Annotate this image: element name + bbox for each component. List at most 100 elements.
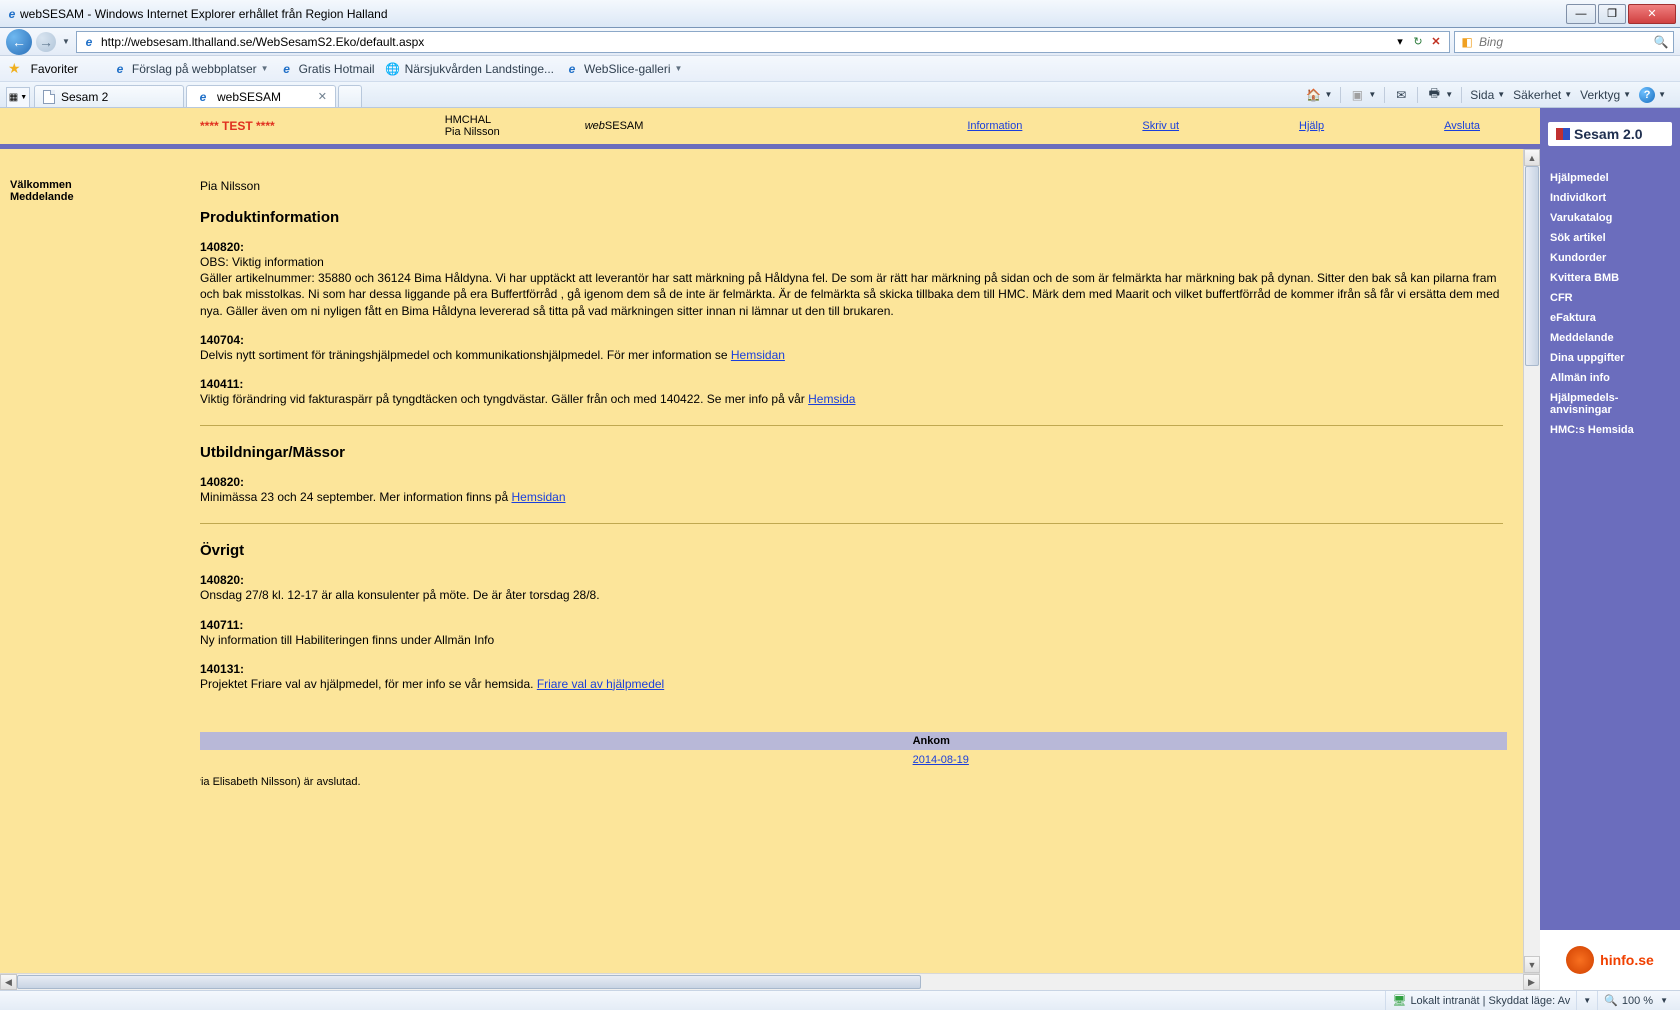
inline-link[interactable]: Hemsida xyxy=(808,392,855,406)
link-help[interactable]: Hjälp xyxy=(1299,120,1324,132)
sidebar-item[interactable]: Hjälpmedel xyxy=(1550,172,1670,184)
rss-icon: ▣ xyxy=(1349,87,1365,103)
minimize-button[interactable]: — xyxy=(1566,4,1596,24)
address-bar[interactable]: e ▾ ↻ ✕ xyxy=(76,31,1450,53)
app-header: **** TEST **** HMCHAL Pia Nilsson webSES… xyxy=(0,108,1540,144)
fav-link-webslice[interactable]: e WebSlice-galleri▼ xyxy=(564,61,682,77)
tab-sesam2[interactable]: Sesam 2 xyxy=(34,85,184,107)
refresh-icon[interactable]: ↻ xyxy=(1411,35,1425,49)
test-banner: **** TEST **** xyxy=(200,119,275,133)
home-button[interactable]: 🏠▼ xyxy=(1305,87,1332,103)
tab-label: webSESAM xyxy=(217,90,281,104)
sidebar-item[interactable]: Kundorder xyxy=(1550,252,1670,264)
main-column: Pia Nilsson Produktinformation140820:OBS… xyxy=(200,149,1523,973)
scroll-right-button[interactable]: ▶ xyxy=(1523,974,1540,990)
hinfo-banner[interactable]: hinfo.se xyxy=(1540,930,1680,990)
cell-sender: Sesam2 xyxy=(200,750,907,770)
search-bar[interactable]: ◧ 🔍 xyxy=(1454,31,1674,53)
ie-icon: e xyxy=(564,61,580,77)
tools-menu[interactable]: Verktyg▼ xyxy=(1580,88,1631,102)
print-button[interactable]: 🖶▼ xyxy=(1426,87,1453,103)
sidebar-item[interactable]: Individkort xyxy=(1550,192,1670,204)
window-titlebar: e webSESAM - Windows Internet Explorer e… xyxy=(0,0,1680,28)
page-favicon-icon: e xyxy=(81,34,97,50)
sidebar-item[interactable]: Meddelande xyxy=(1550,332,1670,344)
fav-link-suggestions[interactable]: e Förslag på webbplatser▼ xyxy=(112,61,269,77)
status-protected-dropdown[interactable]: ▼ xyxy=(1576,991,1597,1010)
item-body: Delvis nytt sortiment för träningshjälpm… xyxy=(200,347,1503,363)
sidebar-item[interactable]: eFaktura xyxy=(1550,312,1670,324)
fav-link-narsjukvarden[interactable]: 🌐 Närsjukvården Landstinge... xyxy=(385,61,554,77)
tab-close-icon[interactable]: ✕ xyxy=(318,90,327,103)
help-menu[interactable]: ?▼ xyxy=(1639,87,1666,103)
vertical-scrollbar[interactable]: ▲ ▼ xyxy=(1523,149,1540,973)
sidebar-item[interactable]: Allmän info xyxy=(1550,372,1670,384)
safety-menu[interactable]: Säkerhet▼ xyxy=(1513,88,1572,102)
sidebar-item[interactable]: Hjälpmedels-anvisningar xyxy=(1550,392,1670,416)
status-zone: 🖥 Lokalt intranät | Skyddat läge: Av xyxy=(1385,991,1576,1010)
link-logout[interactable]: Avsluta xyxy=(1444,120,1480,132)
page-menu[interactable]: Sida▼ xyxy=(1470,88,1505,102)
favorites-label[interactable]: Favoriter xyxy=(31,62,78,76)
tab-bar: ▦▼ Sesam 2 e webSESAM ✕ 🏠▼ ▣▼ ✉ 🖶▼ Sida▼… xyxy=(0,82,1680,108)
nav-history-dropdown[interactable]: ▼ xyxy=(60,32,72,52)
header-user: Pia Nilsson xyxy=(445,126,565,138)
feeds-button[interactable]: ▣▼ xyxy=(1349,87,1376,103)
sidebar-item[interactable]: Sök artikel xyxy=(1550,232,1670,244)
item-date: 140411: xyxy=(200,377,1503,391)
scroll-up-button[interactable]: ▲ xyxy=(1524,149,1540,166)
window-title: webSESAM - Windows Internet Explorer erh… xyxy=(20,7,1564,21)
search-icon[interactable]: 🔍 xyxy=(1653,34,1669,50)
page-favicon-icon: e xyxy=(195,89,211,105)
favorites-star-icon[interactable]: ★ xyxy=(8,60,21,77)
section-title: Utbildningar/Mässor xyxy=(200,444,1503,461)
maximize-button[interactable]: ❐ xyxy=(1598,4,1626,24)
welcome-label: Välkommen xyxy=(10,179,190,191)
url-dropdown-icon[interactable]: ▾ xyxy=(1393,35,1407,49)
ie-icon: e xyxy=(279,61,295,77)
sidebar-item[interactable]: CFR xyxy=(1550,292,1670,304)
item-body: Ny information till Habiliteringen finns… xyxy=(200,632,1503,648)
item-body: Projektet Friare val av hjälpmedel, för … xyxy=(200,676,1503,692)
sidebar-item[interactable]: Varukatalog xyxy=(1550,212,1670,224)
link-information[interactable]: Information xyxy=(967,120,1022,132)
inline-link[interactable]: Hemsidan xyxy=(511,490,565,504)
header-code: HMCHAL xyxy=(445,114,565,126)
horizontal-scrollbar[interactable]: ◀ ▶ xyxy=(0,973,1540,990)
hinfo-text: hinfo.se xyxy=(1600,952,1654,968)
forward-button[interactable]: → xyxy=(36,32,56,52)
status-bar: 🖥 Lokalt intranät | Skyddat läge: Av ▼ 🔍… xyxy=(0,990,1680,1010)
zoom-icon: 🔍 xyxy=(1604,994,1618,1007)
home-icon: 🏠 xyxy=(1305,87,1321,103)
stop-icon[interactable]: ✕ xyxy=(1429,35,1443,49)
item-date: 140131: xyxy=(200,662,1503,676)
sidebar-item[interactable]: Dina uppgifter xyxy=(1550,352,1670,364)
command-bar: 🏠▼ ▣▼ ✉ 🖶▼ Sida▼ Säkerhet▼ Verktyg▼ ?▼ xyxy=(1305,82,1674,107)
quick-tabs-button[interactable]: ▦▼ xyxy=(6,87,30,107)
url-input[interactable] xyxy=(101,35,1389,49)
item-date: 140820: xyxy=(200,475,1503,489)
tab-websesam[interactable]: e webSESAM ✕ xyxy=(186,85,336,107)
scroll-left-button[interactable]: ◀ xyxy=(0,974,17,990)
scroll-down-button[interactable]: ▼ xyxy=(1524,956,1540,973)
scroll-thumb[interactable] xyxy=(1525,166,1539,366)
close-button[interactable]: ✕ xyxy=(1628,4,1676,24)
sidebar-item[interactable]: Kvittera BMB xyxy=(1550,272,1670,284)
item-date: 140820: xyxy=(200,573,1503,587)
col-sender: Avsändare xyxy=(200,732,907,750)
fav-link-hotmail[interactable]: e Gratis Hotmail xyxy=(279,61,375,77)
item-body: OBS: Viktig informationGäller artikelnum… xyxy=(200,254,1503,319)
link-print[interactable]: Skriv ut xyxy=(1142,120,1179,132)
new-tab-button[interactable] xyxy=(338,85,362,107)
item-date: 140820: xyxy=(200,240,1503,254)
read-mail-button[interactable]: ✉ xyxy=(1393,87,1409,103)
hscroll-thumb[interactable] xyxy=(17,975,921,989)
cell-date-link[interactable]: 2014-08-19 xyxy=(913,754,969,766)
inline-link[interactable]: Friare val av hjälpmedel xyxy=(537,677,664,691)
hinfo-icon xyxy=(1566,946,1594,974)
status-zoom[interactable]: 🔍 100 % ▼ xyxy=(1597,991,1674,1010)
search-input[interactable] xyxy=(1479,35,1649,49)
back-button[interactable]: ← xyxy=(6,29,32,55)
inline-link[interactable]: Hemsidan xyxy=(731,348,785,362)
sidebar-item[interactable]: HMC:s Hemsida xyxy=(1550,424,1670,436)
